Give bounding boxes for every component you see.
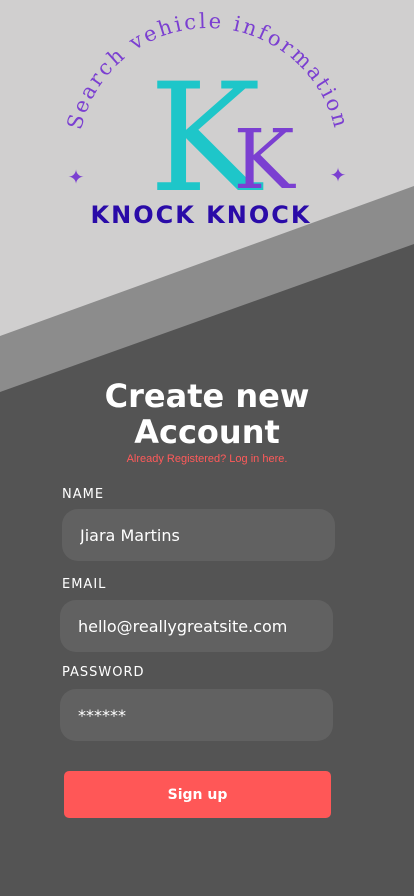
name-field[interactable] — [62, 509, 335, 561]
brand-name: KNOCK KNOCK — [91, 201, 312, 229]
password-label: PASSWORD — [62, 665, 145, 680]
email-field[interactable] — [60, 600, 333, 652]
login-link[interactable]: Already Registered? Log in here. — [0, 453, 414, 465]
email-label: EMAIL — [62, 577, 107, 592]
sparkle-right-icon: ✦ — [330, 165, 347, 187]
page-title-line1: Create new — [104, 377, 310, 415]
monogram-small-k: K — [233, 113, 296, 208]
page-title-line2: Account — [134, 413, 280, 451]
page-title: Create new Account — [0, 378, 414, 450]
sparkle-left-icon: ✦ — [68, 167, 85, 189]
signup-button[interactable]: Sign up — [64, 771, 331, 818]
password-field[interactable] — [60, 689, 333, 741]
name-label: NAME — [62, 487, 105, 502]
knock-knock-logo: Search vehicle information ✦ ✦ K K KNOCK… — [62, 9, 351, 229]
